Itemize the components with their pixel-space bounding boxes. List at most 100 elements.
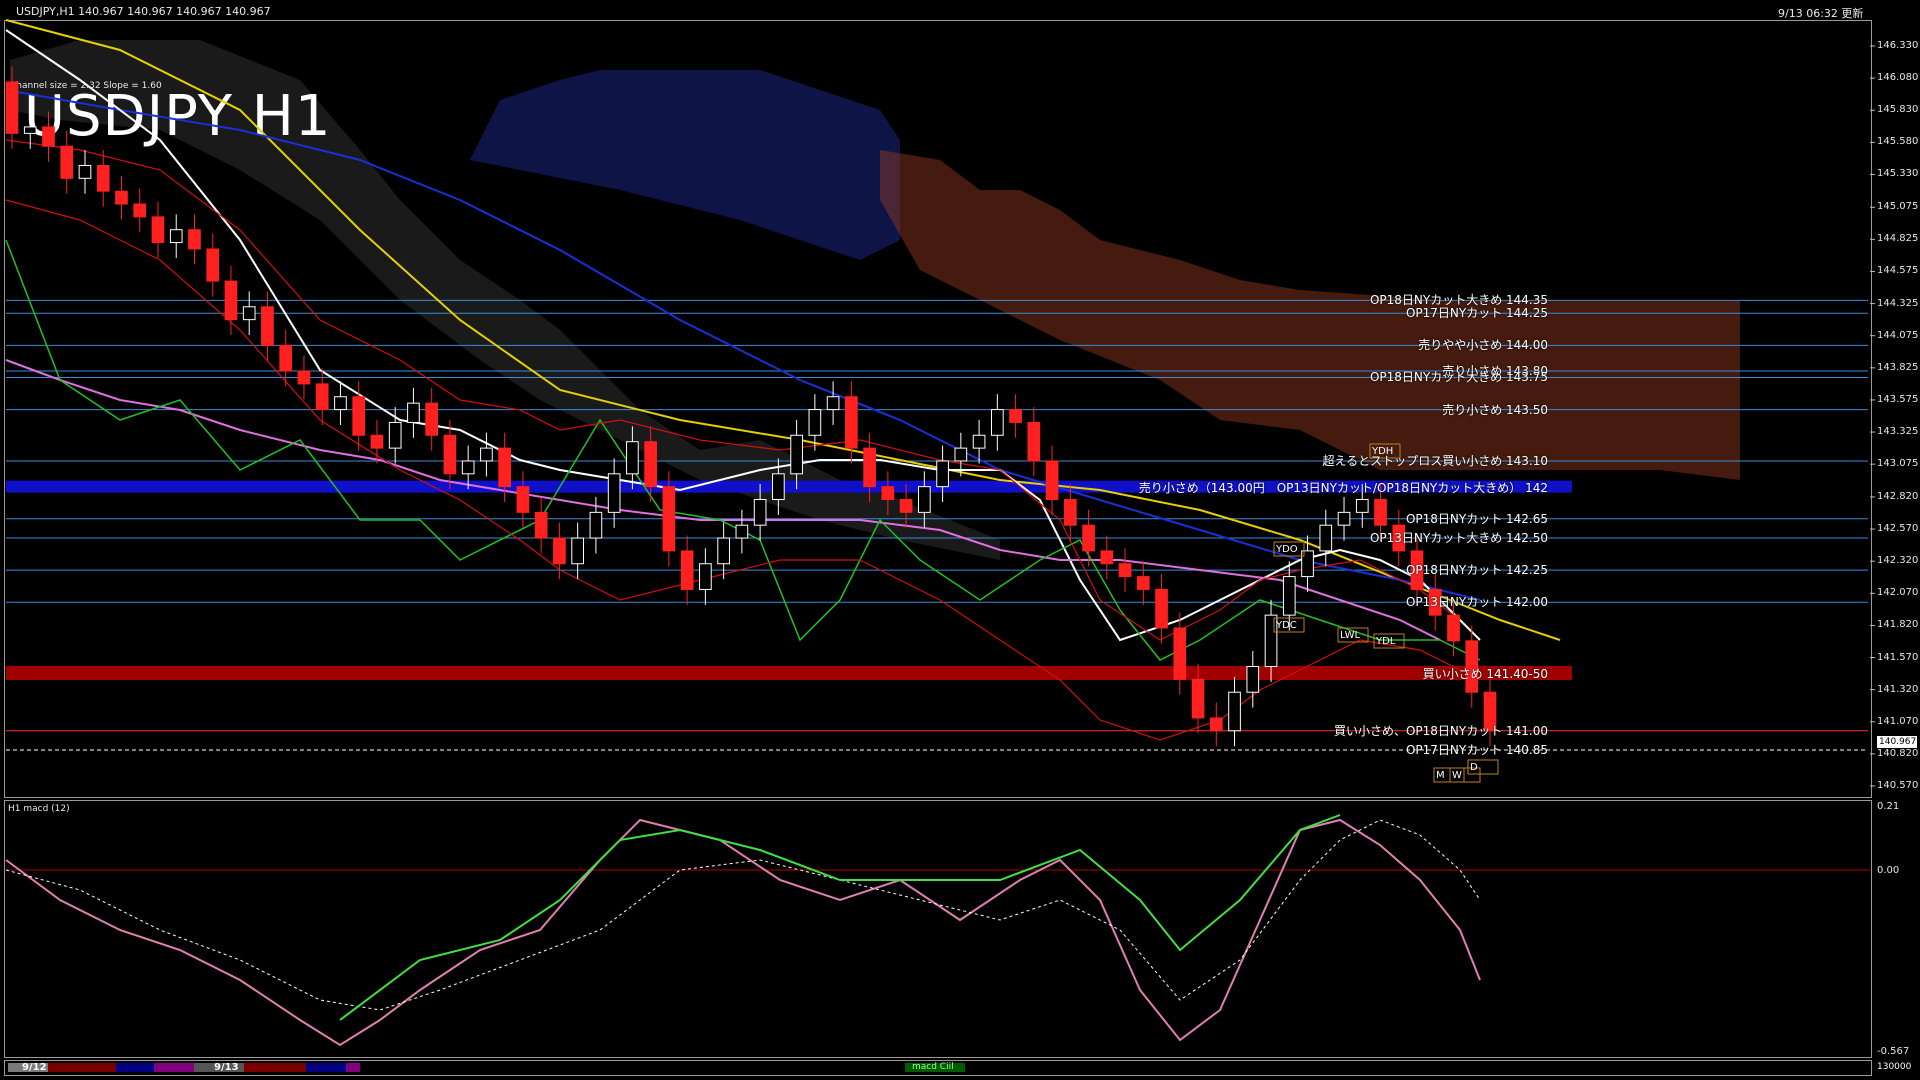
pivot-label: YDO: [1275, 544, 1298, 555]
candle-body: [845, 396, 858, 449]
candle-body: [1009, 409, 1022, 423]
current-price-tag: 140.967: [1877, 736, 1917, 748]
candle-body: [881, 486, 895, 501]
candle-body: [206, 248, 220, 282]
level-label: OP13日NYカット大きめ 142.50: [1369, 531, 1548, 546]
candle-body: [279, 344, 293, 372]
candle-body: [954, 447, 968, 462]
level-label: OP18日NYカット 142.65: [1405, 511, 1548, 526]
candle-body: [662, 486, 676, 552]
level-label: 超えるとストップロス買い小さめ 143.10: [1322, 453, 1548, 468]
timebar-macd-label: macd Ciil: [912, 1062, 954, 1072]
price-tick-label: 144.825: [1877, 233, 1919, 245]
timebar-seg-2: [48, 1063, 116, 1072]
candle-body: [261, 306, 274, 346]
price-tick-label: 141.320: [1877, 683, 1919, 695]
timebar-seg-4: [154, 1063, 194, 1072]
candle-body: [1045, 460, 1059, 501]
level-label: OP18日NYカット大きめ 143.75: [1369, 370, 1548, 385]
candle-body: [297, 370, 311, 385]
candle-body: [717, 537, 730, 565]
level-label: OP18日NYカット 142.25: [1405, 563, 1548, 578]
level-label: 買い小さめ、OP18日NYカット 141.00: [1333, 723, 1548, 738]
candle-body: [1118, 563, 1132, 578]
timebar-date-1: 9/12: [22, 1062, 47, 1073]
macd-rising-segment: [339, 814, 1341, 1021]
candle-body: [115, 190, 128, 205]
candle-body: [589, 511, 603, 539]
candle-body: [1082, 524, 1095, 552]
macd-axis-zero: 0.00: [1877, 865, 1900, 876]
candle-body: [352, 396, 366, 436]
candle-body: [735, 524, 749, 539]
cloud-blue: [470, 70, 900, 260]
candle-body: [96, 164, 110, 192]
candle-body: [1355, 499, 1369, 513]
candle-body: [1209, 717, 1223, 732]
timebar-seg-3: [116, 1063, 154, 1072]
candle-body: [699, 563, 712, 590]
candle-body: [443, 434, 457, 475]
price-tick-label: 144.075: [1877, 329, 1919, 341]
price-tick-label: 143.075: [1877, 458, 1919, 470]
candle-body: [1282, 576, 1296, 616]
candle-body: [1173, 627, 1187, 680]
pivot-label: M: [1436, 770, 1445, 781]
candle-body: [790, 434, 803, 475]
candle-body: [534, 511, 548, 539]
price-tick-label: 142.070: [1877, 587, 1919, 599]
level-label: OP17日NYカット 144.25: [1405, 306, 1548, 321]
price-tick-label: 145.075: [1877, 201, 1919, 213]
candle-body: [242, 306, 256, 321]
timebar-seg-7: [306, 1063, 346, 1072]
candle-body: [425, 402, 439, 436]
cloud-orange: [880, 150, 1740, 480]
candle-body: [224, 280, 238, 321]
level-label: OP17日NYカット 140.85: [1405, 743, 1548, 758]
price-tick-label: 142.320: [1877, 555, 1919, 567]
pivot-label: YDL: [1375, 636, 1396, 647]
candle-body: [133, 203, 147, 218]
candle-body: [990, 409, 1004, 436]
pivot-label: YDC: [1275, 620, 1297, 631]
candle-body: [1447, 614, 1460, 642]
candle-body: [334, 396, 347, 411]
candle-body: [918, 486, 931, 513]
candle-body: [1319, 524, 1333, 552]
price-tick-label: 140.570: [1877, 780, 1919, 791]
candle-body: [1027, 421, 1041, 462]
candle-body: [407, 402, 420, 423]
candle-body: [1228, 691, 1241, 732]
candle-body: [753, 499, 767, 526]
timebar-seg-6: [244, 1063, 306, 1072]
candle-body: [607, 473, 621, 513]
macd-label: H1 macd (12): [8, 804, 70, 814]
candle-body: [370, 434, 384, 449]
candle-body: [5, 81, 19, 134]
candle-body: [23, 126, 37, 134]
candle-body: [169, 229, 183, 244]
candle-body: [1191, 678, 1205, 719]
candle-body: [826, 396, 840, 411]
pivot-label: D: [1470, 762, 1478, 773]
candle-body: [772, 473, 785, 501]
level-label: 売りやや小さめ 144.00: [1418, 338, 1548, 353]
candle-body: [151, 216, 165, 244]
pivot-label: W: [1452, 770, 1462, 781]
candle-body: [1246, 666, 1260, 693]
candle-body: [808, 409, 822, 436]
macd-signal-line: [5, 819, 1481, 1011]
price-tick-label: 144.325: [1877, 297, 1919, 309]
price-tick-label: 141.070: [1877, 715, 1919, 727]
timebar-seg-8: [346, 1063, 360, 1072]
price-tick-label: 143.325: [1877, 426, 1919, 438]
price-tick-label: 142.570: [1877, 523, 1919, 535]
price-tick-label: 146.080: [1877, 72, 1919, 84]
price-tick-label: 144.575: [1877, 265, 1919, 277]
price-tick-label: 143.575: [1877, 393, 1919, 405]
candle-body: [680, 550, 694, 590]
level-label: 売り小さめ 143.50: [1442, 402, 1548, 417]
candle-body: [626, 441, 639, 475]
candle-body: [1136, 576, 1150, 590]
candle-body: [42, 126, 55, 147]
